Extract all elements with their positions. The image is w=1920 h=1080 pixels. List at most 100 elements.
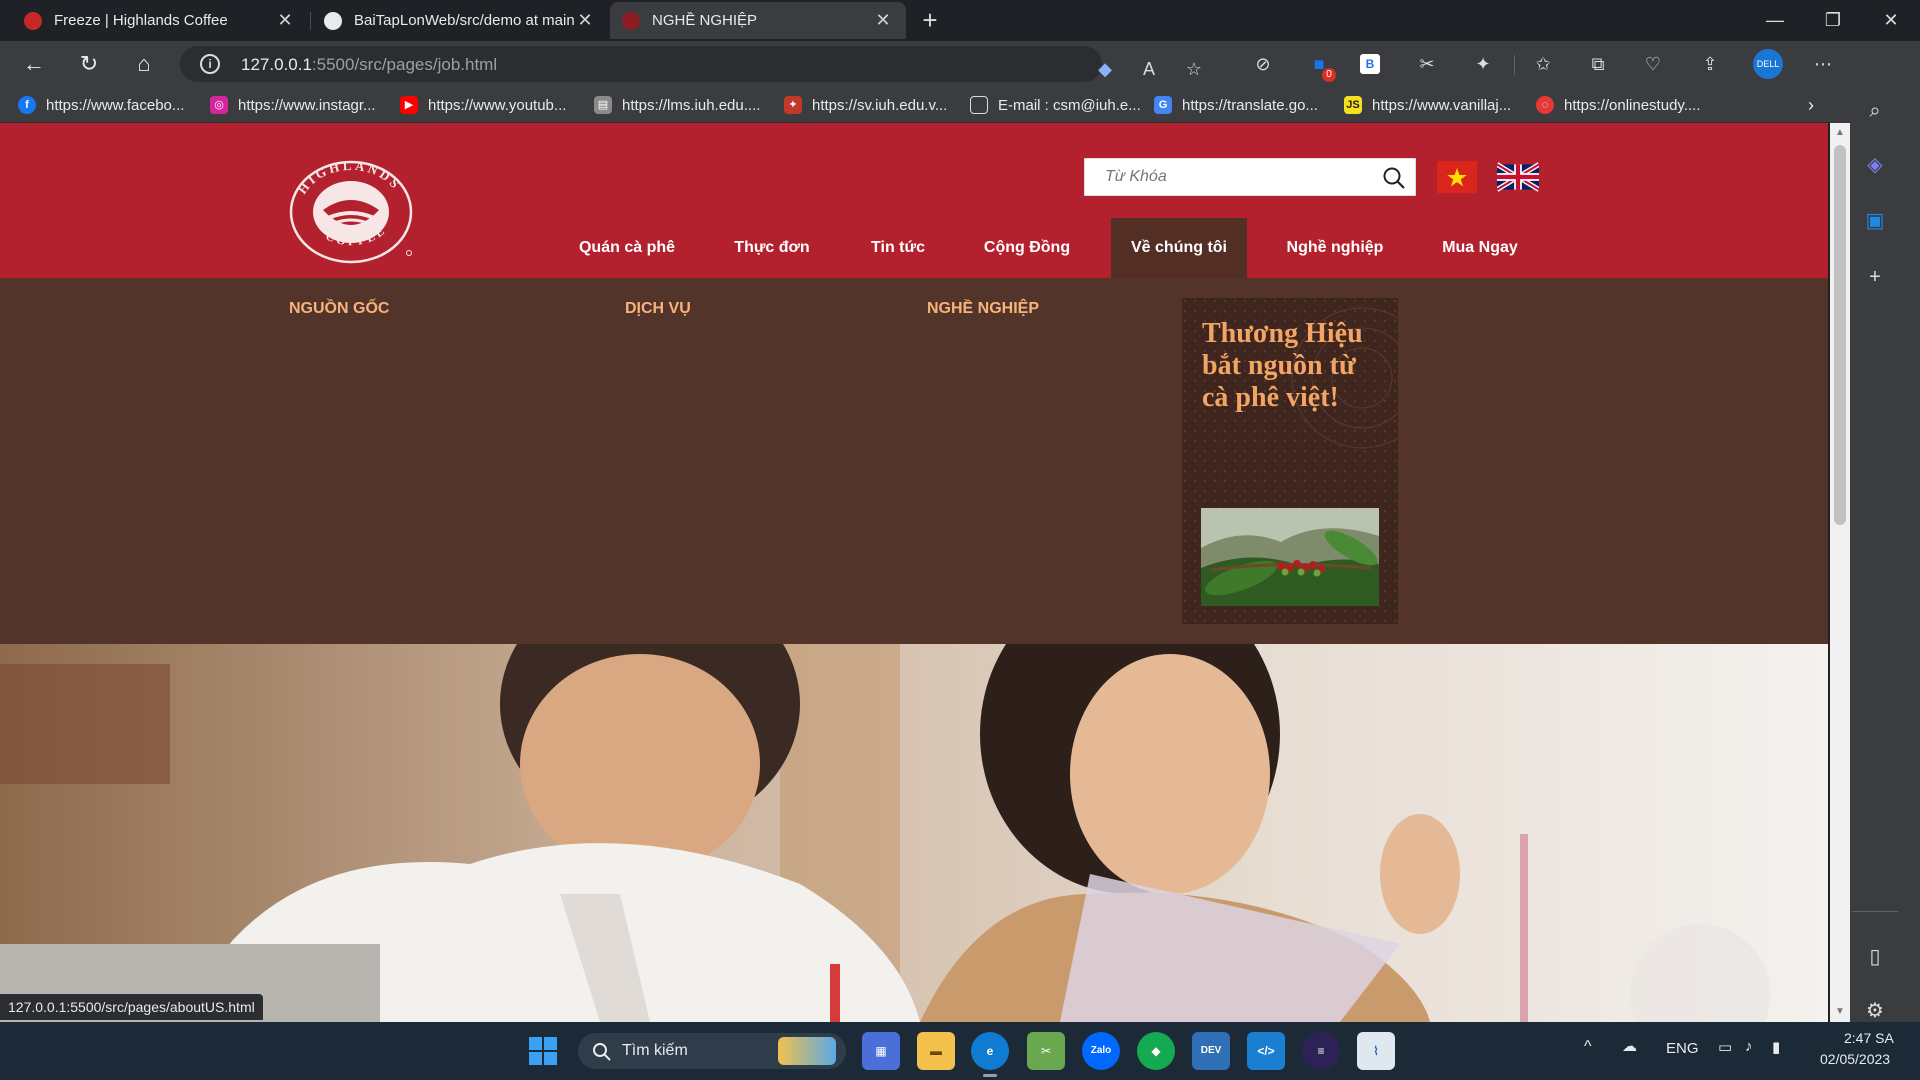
bookmark-item[interactable]: f https://www.facebo...: [18, 95, 184, 115]
devc-icon[interactable]: DEV: [1192, 1032, 1230, 1070]
close-icon[interactable]: ✕: [574, 10, 596, 31]
highlands-coffee-logo[interactable]: HIGHLANDS COFFEE: [288, 160, 414, 265]
input-language[interactable]: ENG: [1666, 1040, 1699, 1057]
new-tab-button[interactable]: +: [915, 6, 945, 36]
tray-chevron-up-icon[interactable]: ^: [1584, 1038, 1592, 1056]
tracking-icon[interactable]: ⊘: [1250, 51, 1276, 77]
bookmarks-overflow-chevron-icon[interactable]: ›: [1808, 95, 1814, 115]
bookmark-label: https://www.instagr...: [238, 96, 376, 114]
nav-mua-ngay[interactable]: Mua Ngay: [1428, 218, 1532, 278]
github-icon: [324, 11, 342, 30]
bookmark-label: https://www.vanillaj...: [1372, 96, 1512, 114]
page-viewport: HIGHLANDS COFFEE Quán cà phê Th: [0, 123, 1828, 1022]
home-button[interactable]: ⌂: [128, 48, 160, 80]
nav-quan-ca-phe[interactable]: Quán cà phê: [566, 218, 688, 278]
menu-link-nghe-nghiep[interactable]: NGHỀ NGHIỆP: [927, 300, 1039, 318]
address-url[interactable]: 127.0.0.1:5500/src/pages/job.html: [241, 55, 497, 75]
search-icon[interactable]: [1381, 165, 1407, 191]
clock-date[interactable]: 02/05/2023: [1820, 1051, 1890, 1067]
nav-thuc-don[interactable]: Thực đơn: [713, 218, 831, 278]
outlook-icon[interactable]: ▣: [1852, 201, 1898, 241]
color-picker-icon[interactable]: ✂: [1414, 51, 1440, 77]
onlinestudy-icon: ◌: [1536, 96, 1554, 114]
restore-button[interactable]: ❐: [1810, 6, 1856, 36]
edge-icon[interactable]: e: [971, 1032, 1009, 1070]
tab-title: Freeze | Highlands Coffee: [54, 12, 228, 29]
tab-strip: Freeze | Highlands Coffee ✕ BaiTapLonWeb…: [0, 0, 1920, 41]
add-favorite-icon[interactable]: ☆: [1181, 56, 1207, 82]
collections-icon[interactable]: ⧉: [1585, 51, 1611, 77]
matlab-icon[interactable]: ⌇: [1357, 1032, 1395, 1070]
snip-icon[interactable]: ✂: [1027, 1032, 1065, 1070]
tab-nghe-nghiep[interactable]: NGHỀ NGHIỆP ✕: [610, 2, 906, 39]
bookmark-item[interactable]: ✦ https://sv.iuh.edu.v...: [784, 95, 947, 115]
copilot-icon[interactable]: ◈: [1852, 145, 1898, 185]
vietnamese-flag-icon[interactable]: [1437, 161, 1477, 193]
reload-button[interactable]: ↻: [73, 48, 105, 80]
menu-link-dich-vu[interactable]: DỊCH VỤ: [625, 300, 691, 318]
volume-icon[interactable]: ♪: [1745, 1038, 1753, 1055]
network-icon[interactable]: ▭: [1718, 1038, 1732, 1056]
tab-title: BaiTapLonWeb/src/demo at main: [354, 12, 574, 29]
mongodb-icon[interactable]: ◆: [1137, 1032, 1175, 1070]
b-extension-icon[interactable]: B: [1360, 54, 1380, 74]
site-info-icon[interactable]: i: [200, 54, 220, 74]
favorites-icon[interactable]: ✩: [1530, 51, 1556, 77]
nav-nghe-nghiep[interactable]: Nghề nghiệp: [1270, 218, 1400, 278]
bookmark-item[interactable]: ◎ https://www.instagr...: [210, 95, 376, 115]
scroll-down-arrow-icon[interactable]: ▼: [1834, 1006, 1846, 1018]
facebook-icon: f: [18, 96, 36, 114]
tab-separator: [310, 12, 311, 30]
file-explorer-icon[interactable]: ▬: [917, 1032, 955, 1070]
puzzle-icon[interactable]: ✦: [1470, 51, 1496, 77]
tab-title: NGHỀ NGHIỆP: [652, 12, 758, 29]
menu-link-nguon-goc[interactable]: NGUỒN GỐC: [289, 300, 389, 318]
hide-sidebar-icon[interactable]: ▯: [1852, 937, 1898, 977]
brand-promo-card[interactable]: Thương Hiệu bắt nguồn từ cà phê việt!: [1182, 298, 1398, 624]
iuh-icon: ✦: [784, 96, 802, 114]
address-bar[interactable]: i 127.0.0.1:5500/src/pages/job.html ◆ A …: [180, 46, 1202, 82]
clock-time[interactable]: 2:47 SA: [1844, 1030, 1894, 1046]
back-button[interactable]: ←: [18, 48, 50, 80]
bookmark-label: https://lms.iuh.edu....: [622, 96, 761, 114]
tab-highlands[interactable]: Freeze | Highlands Coffee ✕: [12, 2, 308, 39]
tab-github[interactable]: BaiTapLonWeb/src/demo at main ✕: [312, 2, 608, 39]
battery-icon[interactable]: ▮: [1772, 1038, 1780, 1056]
search-input[interactable]: [1085, 159, 1375, 195]
windows-start-icon[interactable]: [528, 1036, 558, 1066]
store-icon[interactable]: ▦: [862, 1032, 900, 1070]
nav-ve-chung-toi[interactable]: Về chúng tôi: [1111, 218, 1247, 278]
onedrive-cloud-icon[interactable]: ☁: [1622, 1037, 1637, 1055]
profile-avatar-icon[interactable]: DELL: [1753, 49, 1783, 79]
bookmark-label: https://sv.iuh.edu.v...: [812, 96, 948, 114]
uk-flag-icon[interactable]: [1497, 161, 1539, 193]
bookmark-item[interactable]: E-mail : csm@iuh.e...: [970, 95, 1141, 115]
page-scrollbar[interactable]: ▲ ▼: [1830, 123, 1850, 1022]
bookmark-item[interactable]: ▤ https://lms.iuh.edu....: [594, 95, 760, 115]
js-icon: JS: [1344, 96, 1362, 114]
highlands-favicon-icon: [622, 11, 640, 30]
scrollbar-thumb[interactable]: [1834, 145, 1846, 525]
tag-icon[interactable]: ◆: [1092, 56, 1118, 82]
bookmark-item[interactable]: ◌ https://onlinestudy....: [1536, 95, 1700, 115]
minimize-button[interactable]: —: [1752, 6, 1798, 36]
zalo-icon[interactable]: Zalo: [1082, 1032, 1120, 1070]
bookmark-item[interactable]: Ghttps://translate.go...: [1154, 95, 1318, 115]
bookmark-item[interactable]: JS https://www.vanillaj...: [1344, 95, 1511, 115]
eclipse-icon[interactable]: ≡: [1302, 1032, 1340, 1070]
read-aloud-icon[interactable]: A: [1136, 56, 1162, 82]
bookmark-item[interactable]: ▶ https://www.youtub...: [400, 95, 566, 115]
nav-tin-tuc[interactable]: Tin tức: [853, 218, 943, 278]
add-sidebar-app-icon[interactable]: +: [1852, 257, 1898, 297]
security-icon[interactable]: ♡: [1640, 51, 1666, 77]
nav-cong-dong[interactable]: Cộng Đồng: [966, 218, 1088, 278]
search-icon[interactable]: ⌕: [1852, 91, 1898, 131]
scroll-up-arrow-icon[interactable]: ▲: [1834, 127, 1846, 139]
share-icon[interactable]: ⇪: [1697, 51, 1723, 77]
close-icon[interactable]: ✕: [872, 10, 894, 31]
taskbar-search-box[interactable]: Tìm kiếm: [578, 1033, 846, 1069]
status-bar-url: 127.0.0.1:5500/src/pages/aboutUS.html: [0, 994, 263, 1020]
vscode-icon[interactable]: </>: [1247, 1032, 1285, 1070]
close-window-button[interactable]: ✕: [1868, 6, 1914, 36]
close-icon[interactable]: ✕: [274, 10, 296, 31]
